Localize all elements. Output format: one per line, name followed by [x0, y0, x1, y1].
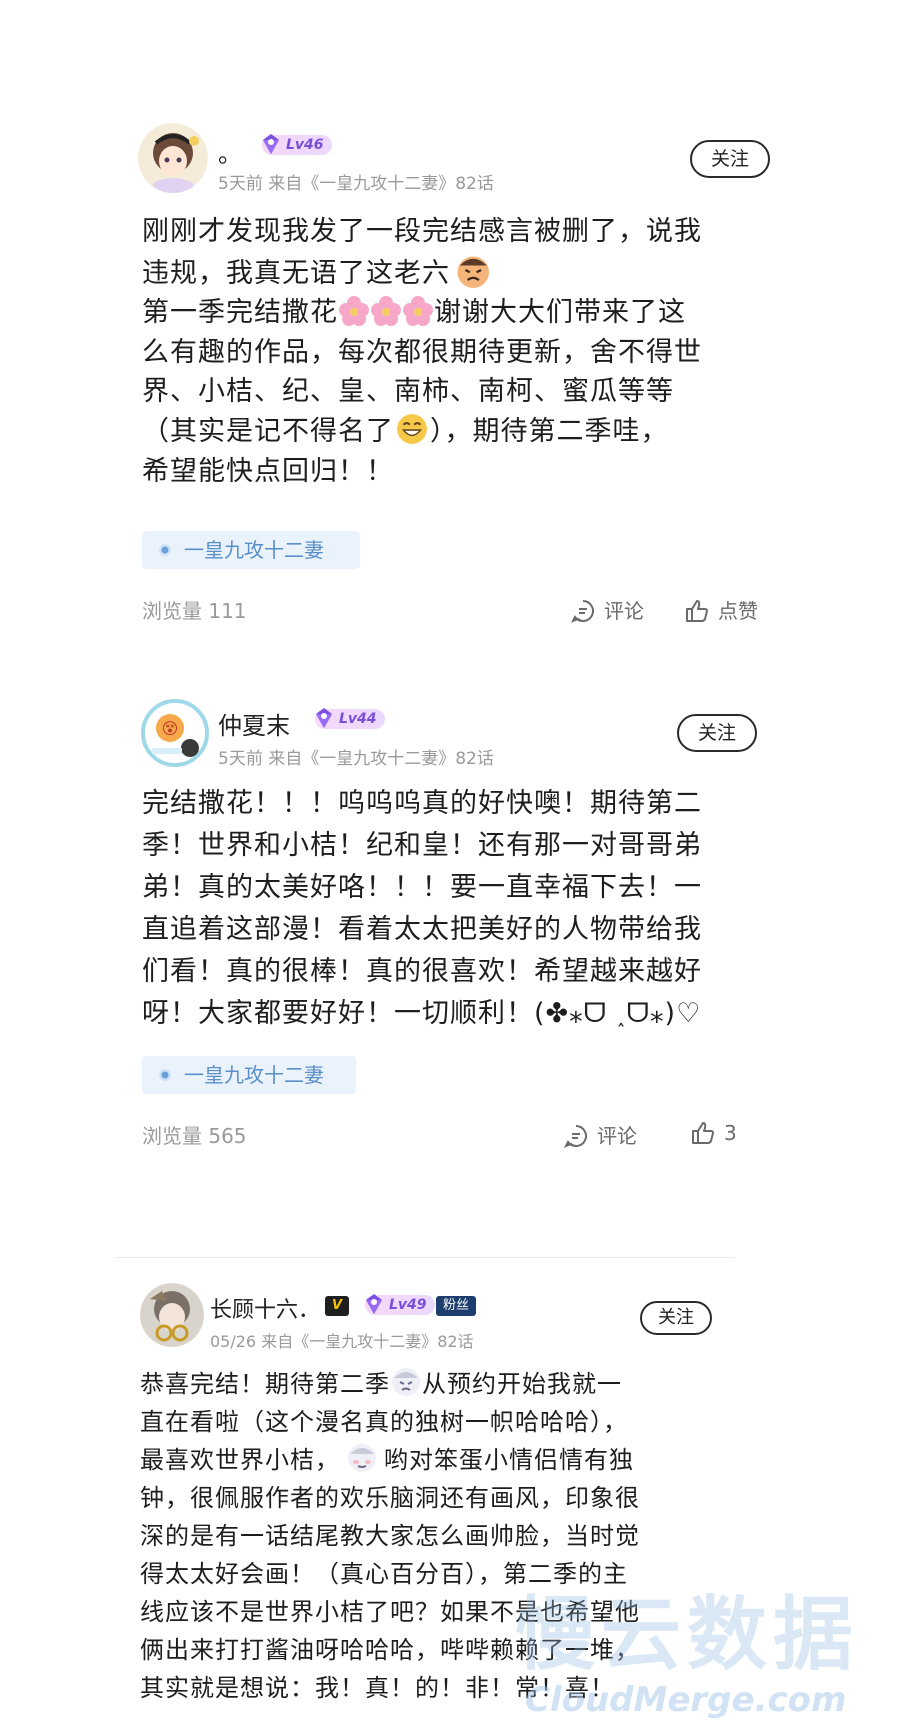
- content-line: 深的是有一话结尾教大家怎么画帅脸，当时觉: [140, 1522, 640, 1550]
- watermark-url: CloudMerge.com: [525, 1680, 847, 1720]
- content-line: 恭喜完结！期待第二季 从预约开始我就一: [140, 1365, 760, 1403]
- level-badge: Lv49: [365, 1294, 435, 1315]
- post-meta: 05/26 来自《一皇九攻十二妻》82话: [210, 1332, 474, 1351]
- username[interactable]: 长顾十六．: [210, 1292, 320, 1324]
- content-line: 钟，很佩服作者的欢乐脑洞还有画风，印象很: [140, 1484, 640, 1512]
- content-text: 哟对笨蛋小情侣情有独: [384, 1446, 634, 1474]
- content-line: 最喜欢世界小桔， 哟对笨蛋小情侣情有独: [140, 1441, 760, 1479]
- fan-badge: 粉丝: [436, 1296, 476, 1316]
- post-3: 长顾十六． V Lv49 粉丝 05/26 来自《一皇九攻十二妻》82话 关注 …: [0, 0, 900, 1733]
- vip-badge: V: [325, 1296, 349, 1316]
- level-gem-icon: [366, 1294, 382, 1314]
- watermark-logo: 慢云数据: [515, 1588, 859, 1681]
- content-text: 最喜欢世界小桔，: [140, 1446, 340, 1474]
- level-text: Lv49: [389, 1297, 427, 1313]
- crying-chibi-emoji-icon: [392, 1368, 420, 1396]
- shy-chibi-emoji-icon: [348, 1444, 376, 1472]
- content-line: 直在看啦（这个漫名真的独树一帜哈哈哈），: [140, 1408, 628, 1436]
- follow-button[interactable]: 关注: [640, 1301, 712, 1335]
- content-text: 恭喜完结！期待第二季: [140, 1370, 390, 1398]
- avatar[interactable]: [140, 1283, 204, 1347]
- content-text: 从预约开始我就一: [422, 1370, 622, 1398]
